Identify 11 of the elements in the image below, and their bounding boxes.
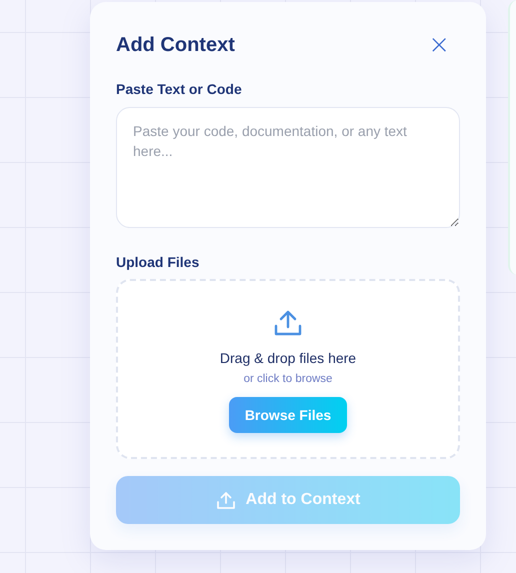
browse-files-button[interactable]: Browse Files — [228, 397, 348, 433]
section-label: Upload Files — [116, 254, 200, 270]
section-label: Paste Text or Code — [116, 81, 243, 97]
dialog-title: Add Context — [116, 34, 235, 56]
drop-text: Drag & drop files here — [220, 350, 356, 366]
browse-hint: or click to browse — [244, 373, 332, 385]
drop-zone[interactable]: Drag & drop files here or click to browse Browse Files — [116, 279, 460, 459]
upload-icon — [216, 490, 236, 510]
text-input-field[interactable]: Paste your code, documentation, or any text here... — [116, 107, 460, 228]
close-button[interactable]: × — [424, 32, 460, 58]
upload-icon — [273, 309, 303, 337]
